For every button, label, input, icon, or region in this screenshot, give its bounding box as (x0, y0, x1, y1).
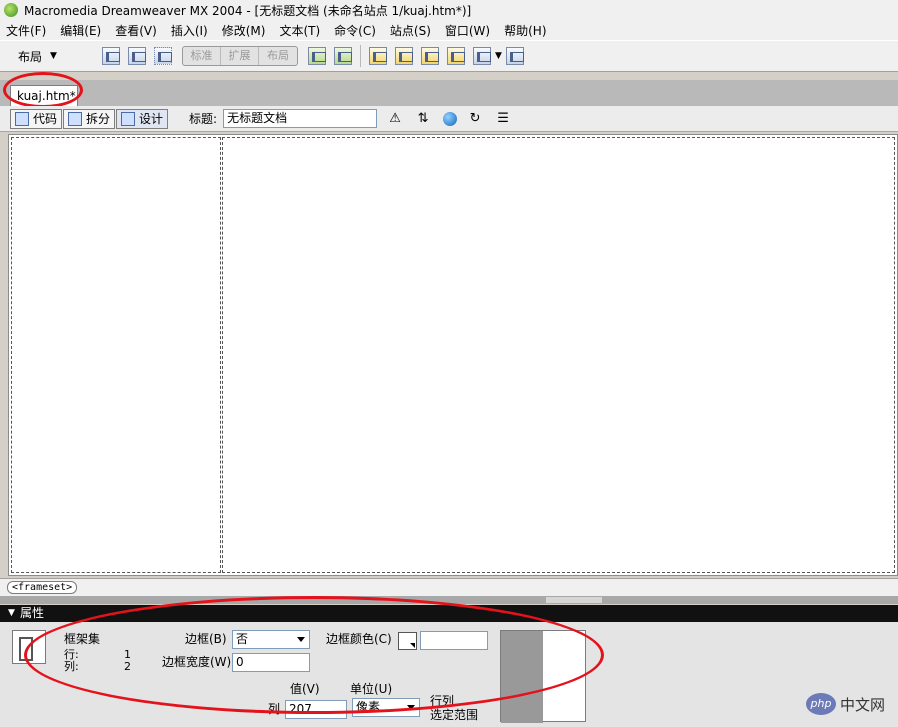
highlight-ellipse-tab (3, 72, 83, 108)
layout-mode-group: 标准 扩展 布局 (182, 46, 298, 66)
highlight-ellipse-properties (24, 596, 604, 714)
toolbar-separator (360, 45, 361, 67)
insert-table-icon[interactable] (102, 47, 120, 65)
menu-window[interactable]: 窗口(W) (445, 22, 490, 39)
menu-file[interactable]: 文件(F) (6, 22, 46, 39)
insert-layer-icon[interactable] (154, 47, 172, 65)
split-view-button[interactable]: 拆分 (63, 108, 116, 129)
code-view-label: 代码 (33, 112, 58, 126)
menu-modify[interactable]: 修改(M) (222, 22, 266, 39)
layout-table-icon[interactable] (308, 47, 326, 65)
insert-category-label: 布局 (18, 49, 43, 64)
file-management-icon[interactable]: ⇅ (413, 110, 433, 128)
insert-row-below-icon[interactable] (395, 47, 413, 65)
design-view-label: 设计 (139, 112, 164, 126)
menu-text[interactable]: 文本(T) (279, 22, 320, 39)
menu-site[interactable]: 站点(S) (390, 22, 431, 39)
select-range-label: 选定范围 (430, 708, 479, 722)
window-title: Macromedia Dreamweaver MX 2004 - [无标题文档 … (24, 3, 472, 18)
insert-row-above-icon[interactable] (369, 47, 387, 65)
code-view-icon (15, 111, 29, 126)
menu-bar: 文件(F) 编辑(E) 查看(V) 插入(I) 修改(M) 文本(T) 命令(C… (0, 20, 898, 40)
menu-help[interactable]: 帮助(H) (504, 22, 546, 39)
document-tab-bar: kuaj.htm* (0, 80, 898, 106)
menu-commands[interactable]: 命令(C) (334, 22, 376, 39)
design-view-button[interactable]: 设计 (116, 108, 169, 129)
document-title-input[interactable]: 无标题文档 (223, 109, 378, 128)
splitter-grip[interactable] (546, 597, 602, 603)
tag-selector-bar: <frameset> (0, 578, 898, 596)
design-view-canvas[interactable] (8, 134, 898, 576)
iframe-icon[interactable] (505, 47, 524, 65)
chevron-down-icon: ▼ (50, 51, 57, 61)
collapse-triangle-icon[interactable]: ▼ (8, 605, 15, 622)
preview-in-browser-icon[interactable] (443, 111, 458, 126)
menu-edit[interactable]: 编辑(E) (60, 22, 101, 39)
frames-dropdown-arrow-icon[interactable]: ▼ (495, 51, 502, 61)
document-toolbar: 代码 拆分 设计 标题: 无标题文档 ⚠ ⇅ ↻ ☰ (0, 106, 898, 132)
browser-check-icon[interactable]: ⚠ (385, 110, 405, 128)
refresh-design-view-icon[interactable]: ↻ (465, 110, 485, 128)
menu-view[interactable]: 查看(V) (115, 22, 157, 39)
dreamweaver-logo-icon (4, 3, 18, 17)
insert-div-icon[interactable] (128, 47, 146, 65)
frameset-tag[interactable]: <frameset> (7, 581, 78, 594)
properties-panel-title: 属性 (20, 606, 45, 620)
layout-cell-icon[interactable] (334, 47, 352, 65)
standard-mode-button[interactable]: 标准 (183, 47, 221, 65)
expanded-mode-button[interactable]: 扩展 (221, 47, 259, 65)
layout-mode-button[interactable]: 布局 (259, 47, 297, 65)
document-title-label: 标题: (189, 112, 218, 126)
split-view-icon (68, 111, 83, 126)
php-logo: php (806, 693, 836, 715)
left-frame[interactable] (11, 137, 221, 573)
watermark: php 中文网 (806, 693, 885, 715)
window-titlebar: Macromedia Dreamweaver MX 2004 - [无标题文档 … (0, 0, 898, 20)
insert-bar: 布局 ▼ 标准 扩展 布局 ▼ (0, 40, 898, 72)
design-view-icon (121, 111, 136, 126)
insert-column-left-icon[interactable] (421, 47, 439, 65)
insert-column-right-icon[interactable] (447, 47, 465, 65)
main-frame[interactable] (222, 137, 895, 573)
insert-category-dropdown[interactable]: 布局 ▼ (18, 48, 98, 65)
view-options-icon[interactable]: ☰ (493, 110, 513, 128)
code-view-button[interactable]: 代码 (10, 108, 63, 129)
split-view-label: 拆分 (86, 112, 111, 126)
menu-insert[interactable]: 插入(I) (171, 22, 208, 39)
watermark-text: 中文网 (840, 695, 886, 714)
frames-icon[interactable] (473, 47, 491, 65)
